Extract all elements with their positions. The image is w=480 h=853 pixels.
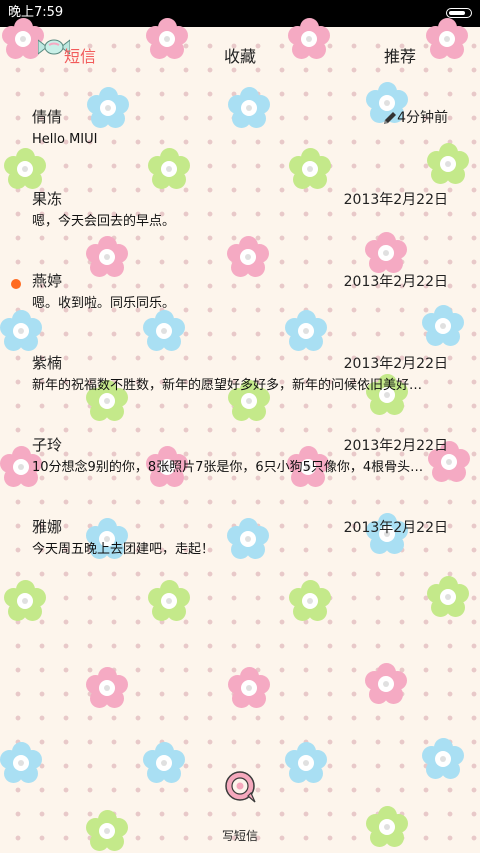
conversation-item[interactable]: 燕婷 2013年2月22日 嗯。收到啦。同乐同乐。 — [0, 260, 480, 342]
tab-sms[interactable]: 短信 — [40, 47, 120, 67]
message-time: 2013年2月22日 — [343, 438, 448, 454]
contact-name: 雅娜 — [32, 518, 63, 536]
message-time: 2013年2月22日 — [343, 192, 448, 208]
flower-decoration — [285, 742, 327, 784]
tab-recommended[interactable]: 推荐 — [360, 47, 440, 67]
unread-indicator — [11, 279, 21, 289]
flower-decoration — [228, 667, 270, 709]
status-bar: 晚上7:59 — [0, 0, 480, 27]
contact-name: 倩倩 — [32, 108, 63, 126]
conversation-item[interactable]: 倩倩 4分钟前 Hello MIUI — [0, 96, 480, 178]
compose-bubble-icon — [225, 771, 256, 803]
flower-decoration — [0, 742, 42, 784]
flower-decoration — [366, 806, 408, 848]
tab-bar: 短信 收藏 推荐 — [0, 27, 480, 87]
contact-name: 紫楠 — [32, 354, 63, 372]
flower-decoration — [86, 810, 128, 852]
flower-decoration — [86, 667, 128, 709]
conversation-item[interactable]: 子玲 2013年2月22日 10分想念9别的你，8张照片7张是你，6只小狗5只像… — [0, 424, 480, 506]
battery-icon — [446, 8, 472, 18]
message-preview: 新年的祝福数不胜数，新年的愿望好多好多，新年的问候依旧美好… — [32, 378, 423, 393]
message-time: 2013年2月22日 — [343, 520, 448, 536]
flower-decoration — [422, 738, 464, 780]
conversation-list: 倩倩 4分钟前 Hello MIUI 果冻 2013年2月22日 嗯，今天会回去… — [0, 96, 480, 588]
message-time: 2013年2月22日 — [343, 356, 448, 372]
message-preview: 10分想念9别的你，8张照片7张是你，6只小狗5只像你，4根骨头… — [32, 460, 424, 475]
message-time: 4分钟前 — [397, 110, 448, 126]
contact-name: 燕婷 — [32, 272, 63, 290]
compose-label: 写短信 — [221, 829, 258, 843]
message-preview: Hello MIUI — [32, 132, 98, 147]
message-preview: 嗯。收到啦。同乐同乐。 — [32, 296, 176, 311]
draft-pencil-icon — [384, 112, 396, 124]
message-preview: 今天周五晚上去团建吧，走起！ — [32, 542, 215, 557]
conversation-item[interactable]: 果冻 2013年2月22日 嗯，今天会回去的早点。 — [0, 178, 480, 260]
tab-favorites[interactable]: 收藏 — [200, 47, 280, 67]
contact-name: 子玲 — [32, 436, 63, 454]
message-preview: 嗯，今天会回去的早点。 — [32, 214, 176, 229]
flower-decoration — [143, 742, 185, 784]
contact-name: 果冻 — [32, 190, 63, 208]
conversation-item[interactable]: 雅娜 2013年2月22日 今天周五晚上去团建吧，走起！ — [0, 506, 480, 588]
flower-decoration — [365, 663, 407, 705]
conversation-item[interactable]: 紫楠 2013年2月22日 新年的祝福数不胜数，新年的愿望好多好多，新年的问候依… — [0, 342, 480, 424]
compose-button[interactable]: 写短信 — [200, 770, 280, 850]
message-time: 2013年2月22日 — [343, 274, 448, 290]
